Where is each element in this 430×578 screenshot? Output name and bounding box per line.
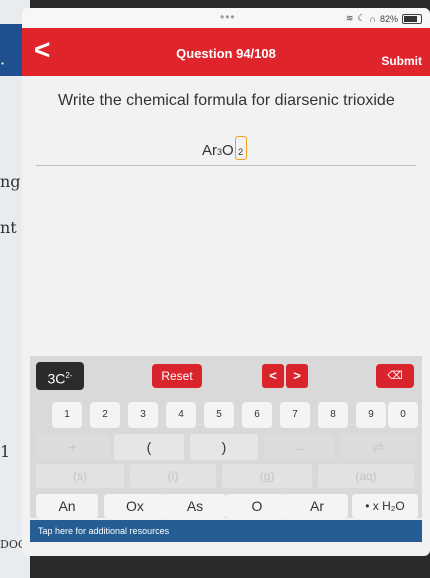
number-key-7[interactable]: 7 [280, 402, 310, 428]
moon-icon: ☾ [357, 13, 366, 23]
background-mark: nt [0, 218, 17, 237]
additional-resources-link[interactable]: Tap here for additional resources [30, 520, 422, 542]
equilibrium-key[interactable]: ⇌ [340, 434, 416, 460]
arrow-key[interactable]: → [264, 434, 334, 460]
close-paren-key[interactable]: ) [190, 434, 258, 460]
ion-key[interactable]: 3C2- [36, 362, 84, 390]
open-paren-key[interactable]: ( [114, 434, 184, 460]
question-counter: Question 94/108 [176, 46, 276, 61]
status-bar: ••• ≋ ☾ ∩ 82% [22, 8, 430, 28]
ion-key-base: 3C [47, 370, 66, 387]
element-key-ox[interactable]: Ox [104, 494, 166, 518]
answer-symbol: O [222, 142, 234, 159]
element-key-an[interactable]: An [36, 494, 98, 518]
answer-subscript: 2 [238, 147, 244, 157]
state-liquid-key[interactable]: (l) [130, 464, 216, 488]
question-text: Write the chemical formula for diarsenic… [58, 92, 395, 109]
multitask-dots-icon[interactable]: ••• [220, 10, 236, 24]
state-aqueous-key[interactable]: (aq) [318, 464, 414, 488]
battery-percent: 82% [379, 13, 398, 24]
backspace-button[interactable]: ⌫ [376, 364, 414, 388]
prev-button[interactable]: < [262, 364, 284, 388]
number-key-3[interactable]: 3 [128, 402, 158, 428]
wifi-icon: ≋ [345, 13, 354, 23]
element-key-as[interactable]: As [164, 494, 226, 518]
battery-icon [402, 13, 422, 24]
number-key-6[interactable]: 6 [242, 402, 272, 428]
element-key-ar[interactable]: Ar [286, 494, 348, 518]
question-header: < Question 94/108 Submit [22, 28, 430, 76]
answer-symbol: Ar [202, 142, 217, 159]
submit-button[interactable]: Submit [381, 54, 422, 68]
number-key-8[interactable]: 8 [318, 402, 348, 428]
hydrate-key[interactable]: • x H₂O [352, 494, 418, 518]
headphones-icon: ∩ [369, 13, 376, 24]
number-key-4[interactable]: 4 [166, 402, 196, 428]
state-solid-key[interactable]: (s) [36, 464, 124, 488]
background-mark: 1 [0, 442, 11, 461]
number-key-9[interactable]: 9 [356, 402, 386, 428]
formula-keypad: 3C2- Reset < > ⌫ 1 2 3 4 5 6 7 8 9 0 + (… [30, 356, 422, 518]
status-indicators: ≋ ☾ ∩ 82% [346, 13, 422, 24]
answer-underline [36, 165, 416, 166]
next-button[interactable]: > [286, 364, 308, 388]
number-key-1[interactable]: 1 [52, 402, 82, 428]
plus-key[interactable]: + [36, 434, 110, 460]
number-key-5[interactable]: 5 [204, 402, 234, 428]
element-key-o[interactable]: O [226, 494, 288, 518]
tablet-screen: ••• ≋ ☾ ∩ 82% < Question 94/108 Submit W… [22, 8, 430, 556]
number-key-0[interactable]: 0 [388, 402, 418, 428]
background-mark: ng [0, 172, 21, 191]
number-key-2[interactable]: 2 [90, 402, 120, 428]
ion-key-charge: 2- [65, 371, 73, 380]
reset-button[interactable]: Reset [152, 364, 202, 388]
background-mark: · [0, 54, 6, 73]
state-gas-key[interactable]: (g) [222, 464, 312, 488]
answer-field[interactable]: Ar 3 O 2 [202, 136, 247, 160]
answer-cursor-box[interactable]: 2 [234, 136, 247, 160]
